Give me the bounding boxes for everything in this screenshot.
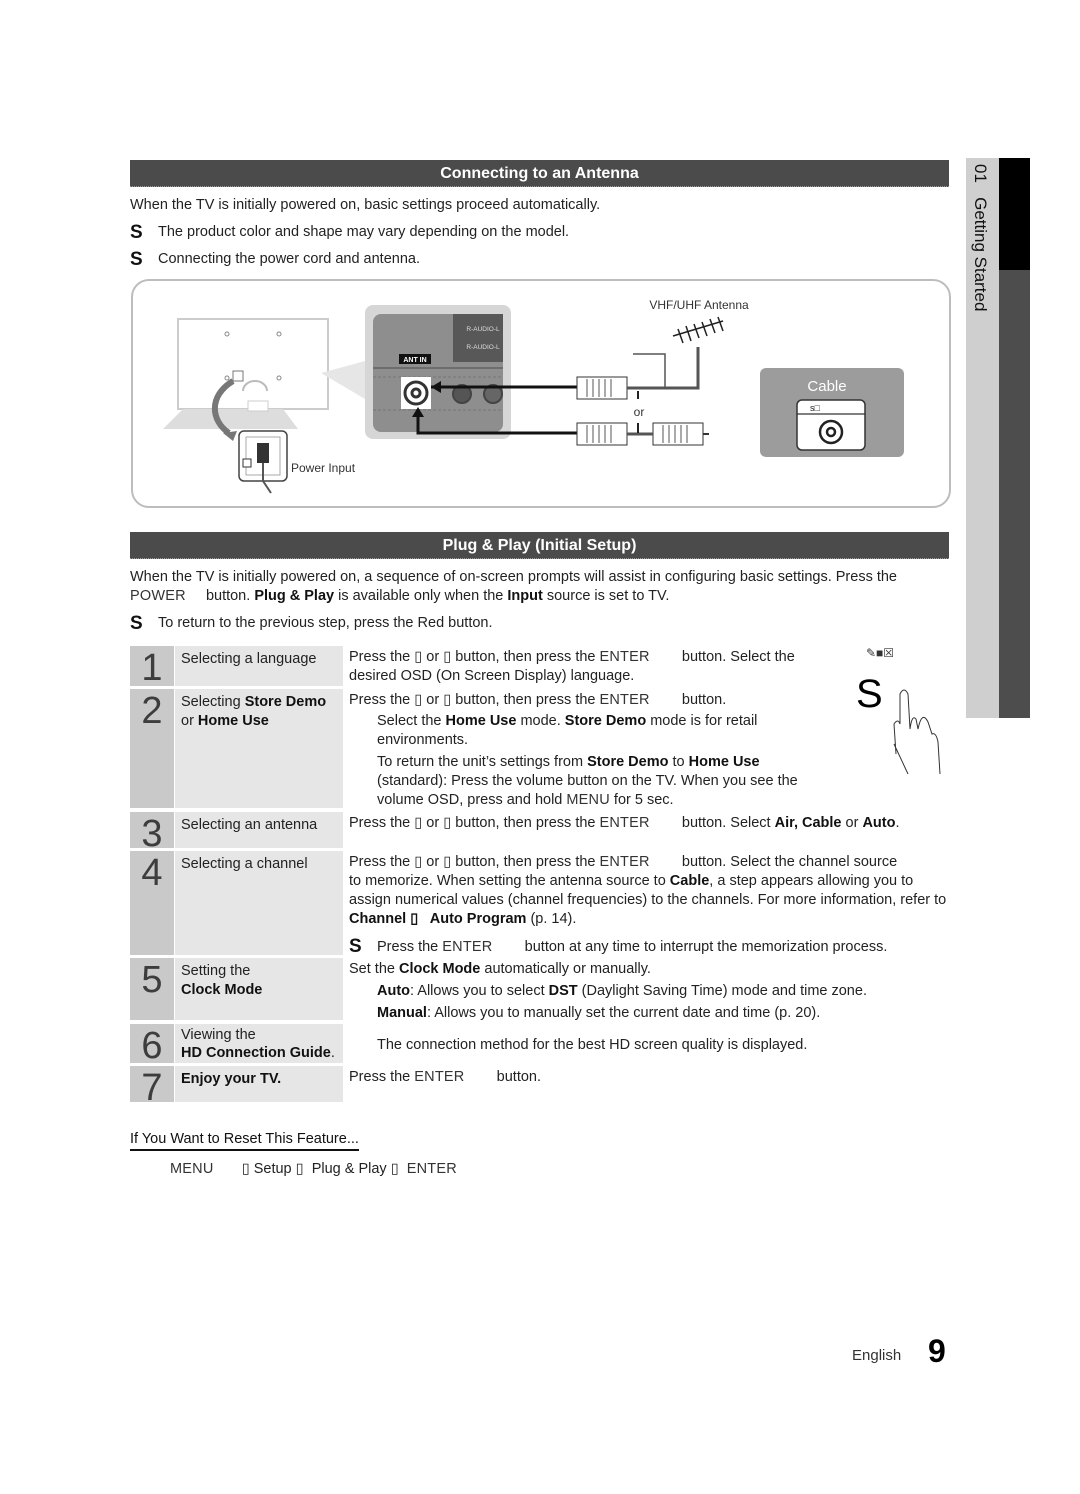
step-description: Press the ▯ or ▯ button, then press the … bbox=[349, 815, 900, 831]
section-heading-antenna: Connecting to an Antenna bbox=[130, 160, 949, 187]
tv-rear-icon bbox=[163, 318, 365, 441]
step-title: Selecting Store Demo or Home Use bbox=[175, 689, 343, 808]
step-title: Viewing the HD Connection Guide. bbox=[175, 1024, 343, 1063]
chapter-tab-strip bbox=[999, 270, 1030, 718]
chapter-number: 01 bbox=[971, 164, 990, 183]
plug-play-intro: When the TV is initially powered on, a s… bbox=[130, 569, 897, 585]
step-number: 4 bbox=[130, 851, 174, 955]
note-product-color: The product color and shape may vary dep… bbox=[158, 224, 570, 240]
power-input-icon bbox=[238, 430, 288, 494]
step-title: Enjoy your TV. bbox=[175, 1066, 343, 1102]
antenna-label: VHF/UHF Antenna bbox=[649, 298, 749, 312]
diagram-illustration: ANT IN R-AUDIO-L R-AUDIO-L VHF/UHF Anten… bbox=[163, 298, 904, 494]
note-icon: S bbox=[130, 249, 143, 270]
step-note: Press the ENTER button at any time to in… bbox=[377, 939, 888, 955]
step-title: Selecting a channel bbox=[175, 851, 343, 955]
note-icon: S bbox=[349, 936, 362, 957]
enter-key: ENTER bbox=[406, 1161, 457, 1177]
page-number: 9 bbox=[928, 1333, 946, 1369]
step-description: Set the Clock Mode automatically or manu… bbox=[349, 961, 651, 977]
step-number: 3 bbox=[130, 812, 174, 855]
step-description: The connection method for the best HD sc… bbox=[377, 1037, 808, 1053]
step-description: Press the ▯ or ▯ button, then press the … bbox=[349, 854, 947, 927]
note-icon: S bbox=[130, 222, 143, 243]
antenna-intro: When the TV is initially powered on, bas… bbox=[130, 197, 601, 213]
step-title: Selecting an antenna bbox=[175, 812, 343, 848]
reset-heading: If You Want to Reset This Feature... bbox=[130, 1131, 359, 1151]
step-subnote: Select the Home Use mode. Store Demo mod… bbox=[377, 713, 758, 748]
hand-pointer-icon bbox=[893, 689, 941, 775]
power-key: POWER bbox=[130, 588, 186, 604]
note-red-button: To return to the previous step, press th… bbox=[158, 615, 493, 631]
audio-label: R-AUDIO-L bbox=[466, 344, 500, 351]
reset-menu-path: MENU ▯ Setup ▯ Plug & Play ▯ ENTER bbox=[170, 1161, 457, 1177]
note-connecting: Connecting the power cord and antenna. bbox=[158, 251, 420, 267]
step-number: 6 bbox=[130, 1024, 174, 1067]
step-number: 1 bbox=[130, 646, 174, 689]
antenna-lead bbox=[627, 347, 700, 436]
cable-box-label: s□ bbox=[810, 403, 821, 413]
step-subnote: To return the unit’s settings from Store… bbox=[377, 754, 798, 808]
note-icon: S bbox=[130, 613, 143, 634]
power-input-label: Power Input bbox=[291, 461, 356, 475]
remote-s-glyph: S bbox=[856, 672, 883, 716]
step-description: Press the ▯ or ▯ button, then press the … bbox=[349, 692, 727, 708]
step-subnote: Manual: Allows you to manually set the c… bbox=[377, 1005, 821, 1021]
arrow-icon: ▯ bbox=[390, 1161, 399, 1177]
step-subnote: Auto: Allows you to select DST (Daylight… bbox=[377, 983, 867, 999]
plug-play-intro-line2: POWER button. Plug & Play is available o… bbox=[130, 588, 670, 604]
or-label: or bbox=[634, 405, 645, 419]
step-title: Selecting a language bbox=[175, 646, 343, 686]
step-number: 7 bbox=[130, 1066, 174, 1109]
step-description: Press the ENTER button. bbox=[349, 1069, 542, 1085]
remote-icons: ✎■☒ bbox=[866, 646, 895, 660]
step-description: Press the ▯ or ▯ button, then press the … bbox=[349, 649, 795, 684]
step-number: 5 bbox=[130, 958, 174, 1020]
arrow-icon: ▯ bbox=[295, 1161, 304, 1177]
step-title: Setting the Clock Mode bbox=[175, 958, 343, 1020]
ant-in-label: ANT IN bbox=[403, 357, 426, 364]
cable-label: Cable bbox=[807, 378, 846, 395]
chapter-title: Getting Started bbox=[971, 197, 990, 312]
menu-key: MENU bbox=[170, 1161, 214, 1177]
chapter-tab-marker bbox=[999, 158, 1030, 270]
audio-label: R-AUDIO-L bbox=[466, 326, 500, 333]
antenna-connection-diagram: ANT IN R-AUDIO-L R-AUDIO-L VHF/UHF Anten… bbox=[131, 279, 951, 508]
chapter-label: 01 Getting Started bbox=[970, 164, 990, 311]
arrow-icon: ▯ bbox=[241, 1161, 250, 1177]
step-number: 2 bbox=[130, 689, 174, 808]
footer-language: English bbox=[852, 1347, 902, 1364]
section-heading-plug-and-play: Plug & Play (Initial Setup) bbox=[130, 532, 949, 559]
vhf-uhf-antenna-icon bbox=[672, 316, 724, 344]
